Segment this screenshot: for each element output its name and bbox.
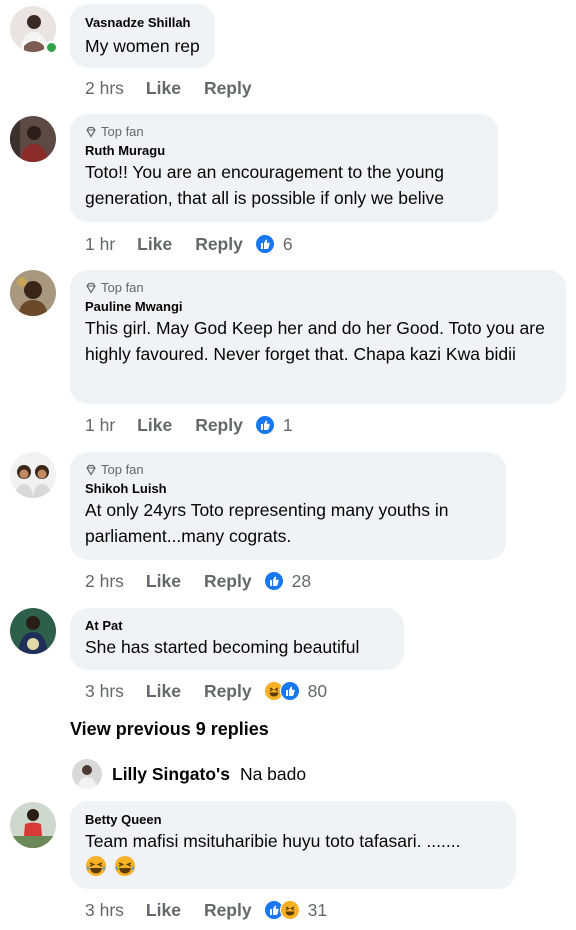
comment-time[interactable]: 2 hrs	[85, 78, 124, 99]
reply-button[interactable]: Reply	[204, 900, 252, 921]
comment-author[interactable]: At Pat	[85, 617, 389, 634]
reaction-count: 31	[307, 899, 328, 920]
top-fan-badge: Top fan	[85, 123, 483, 140]
comment-author[interactable]: Pauline Mwangi	[85, 298, 551, 315]
comment-bubble: Top fan Pauline Mwangi This girl. May Go…	[70, 270, 566, 404]
like-reaction-icon	[279, 681, 300, 701]
reply-button[interactable]: Reply	[204, 571, 252, 592]
reply-button[interactable]: Reply	[195, 415, 243, 436]
reply-button[interactable]: Reply	[195, 234, 243, 255]
like-button[interactable]: Like	[146, 681, 181, 702]
diamond-icon	[86, 464, 96, 476]
comment-text: My women rep	[85, 36, 200, 56]
comment-actions: 1 hr Like Reply 6	[85, 232, 293, 256]
comment-time[interactable]: 1 hr	[85, 234, 115, 255]
laughing-tears-emoji-icon	[86, 856, 106, 876]
avatar[interactable]	[10, 270, 56, 316]
comment-bubble: At Pat She has started becoming beautifu…	[70, 608, 404, 670]
haha-reaction-icon	[279, 900, 300, 920]
comment-bubble: Top fan Ruth Muragu Toto!! You are an en…	[70, 114, 498, 222]
reply-button[interactable]: Reply	[204, 681, 252, 702]
comment-author[interactable]: Ruth Muragu	[85, 142, 483, 159]
comment-author[interactable]: Betty Queen	[85, 811, 501, 828]
comment-bubble: Vasnadze Shillah My women rep	[70, 4, 215, 68]
laughing-tears-emoji-icon	[115, 856, 136, 876]
comment-bubble: Betty Queen Team mafisi msituharibie huy…	[70, 801, 516, 889]
reaction-summary[interactable]: 31	[263, 899, 328, 921]
comment-actions: 3 hrs Like Reply 31	[85, 898, 327, 922]
avatar[interactable]	[10, 608, 56, 654]
comment-text: This girl. May God Keep her and do her G…	[85, 318, 545, 364]
like-reaction-icon	[263, 571, 284, 591]
comment-text: Team mafisi msituharibie huyu toto tafas…	[85, 831, 461, 851]
comment-author[interactable]: Vasnadze Shillah	[85, 14, 200, 31]
reaction-count: 6	[282, 233, 293, 254]
comment-text: At only 24yrs Toto representing many you…	[85, 500, 449, 546]
like-button[interactable]: Like	[146, 900, 181, 921]
reply-preview-text: Na bado	[239, 763, 307, 784]
comment-author[interactable]: Shikoh Luish	[85, 480, 491, 497]
like-button[interactable]: Like	[146, 78, 181, 99]
comment-actions: 2 hrs Like Reply	[85, 76, 264, 100]
reaction-summary[interactable]: 6	[254, 233, 293, 255]
reaction-count: 80	[307, 680, 328, 701]
comment-time[interactable]: 1 hr	[85, 415, 115, 436]
like-reaction-icon	[254, 234, 275, 254]
reaction-count: 1	[282, 414, 293, 435]
avatar[interactable]	[72, 759, 102, 789]
reply-preview[interactable]: Lilly Singato's Na bado	[72, 759, 306, 789]
comment-actions: 2 hrs Like Reply 28	[85, 569, 311, 593]
emoji-row	[85, 855, 501, 877]
online-status-icon	[45, 41, 58, 54]
comment-actions: 3 hrs Like Reply 80	[85, 679, 327, 703]
reply-preview-author: Lilly Singato's	[112, 763, 230, 784]
comment-actions: 1 hr Like Reply 1	[85, 413, 293, 437]
like-button[interactable]: Like	[146, 571, 181, 592]
reply-button[interactable]: Reply	[204, 78, 252, 99]
comment-text: Toto!! You are an encouragement to the y…	[85, 162, 445, 208]
reaction-summary[interactable]: 28	[263, 570, 312, 592]
avatar[interactable]	[10, 116, 56, 162]
reaction-count: 28	[291, 570, 312, 591]
comment-time[interactable]: 3 hrs	[85, 681, 124, 702]
avatar[interactable]	[10, 802, 56, 848]
top-fan-badge: Top fan	[85, 461, 491, 478]
diamond-icon	[86, 126, 96, 138]
avatar[interactable]	[10, 452, 56, 498]
like-reaction-icon	[254, 415, 275, 435]
comment-text: She has started becoming beautiful	[85, 637, 360, 657]
reaction-summary[interactable]: 1	[254, 414, 293, 436]
comment-time[interactable]: 2 hrs	[85, 571, 124, 592]
diamond-icon	[86, 282, 96, 294]
reaction-summary[interactable]: 80	[263, 680, 328, 702]
comment-time[interactable]: 3 hrs	[85, 900, 124, 921]
top-fan-badge: Top fan	[85, 279, 551, 296]
comment-bubble: Top fan Shikoh Luish At only 24yrs Toto …	[70, 452, 506, 560]
view-previous-replies-link[interactable]: View previous 9 replies	[70, 719, 269, 740]
like-button[interactable]: Like	[137, 234, 172, 255]
like-button[interactable]: Like	[137, 415, 172, 436]
